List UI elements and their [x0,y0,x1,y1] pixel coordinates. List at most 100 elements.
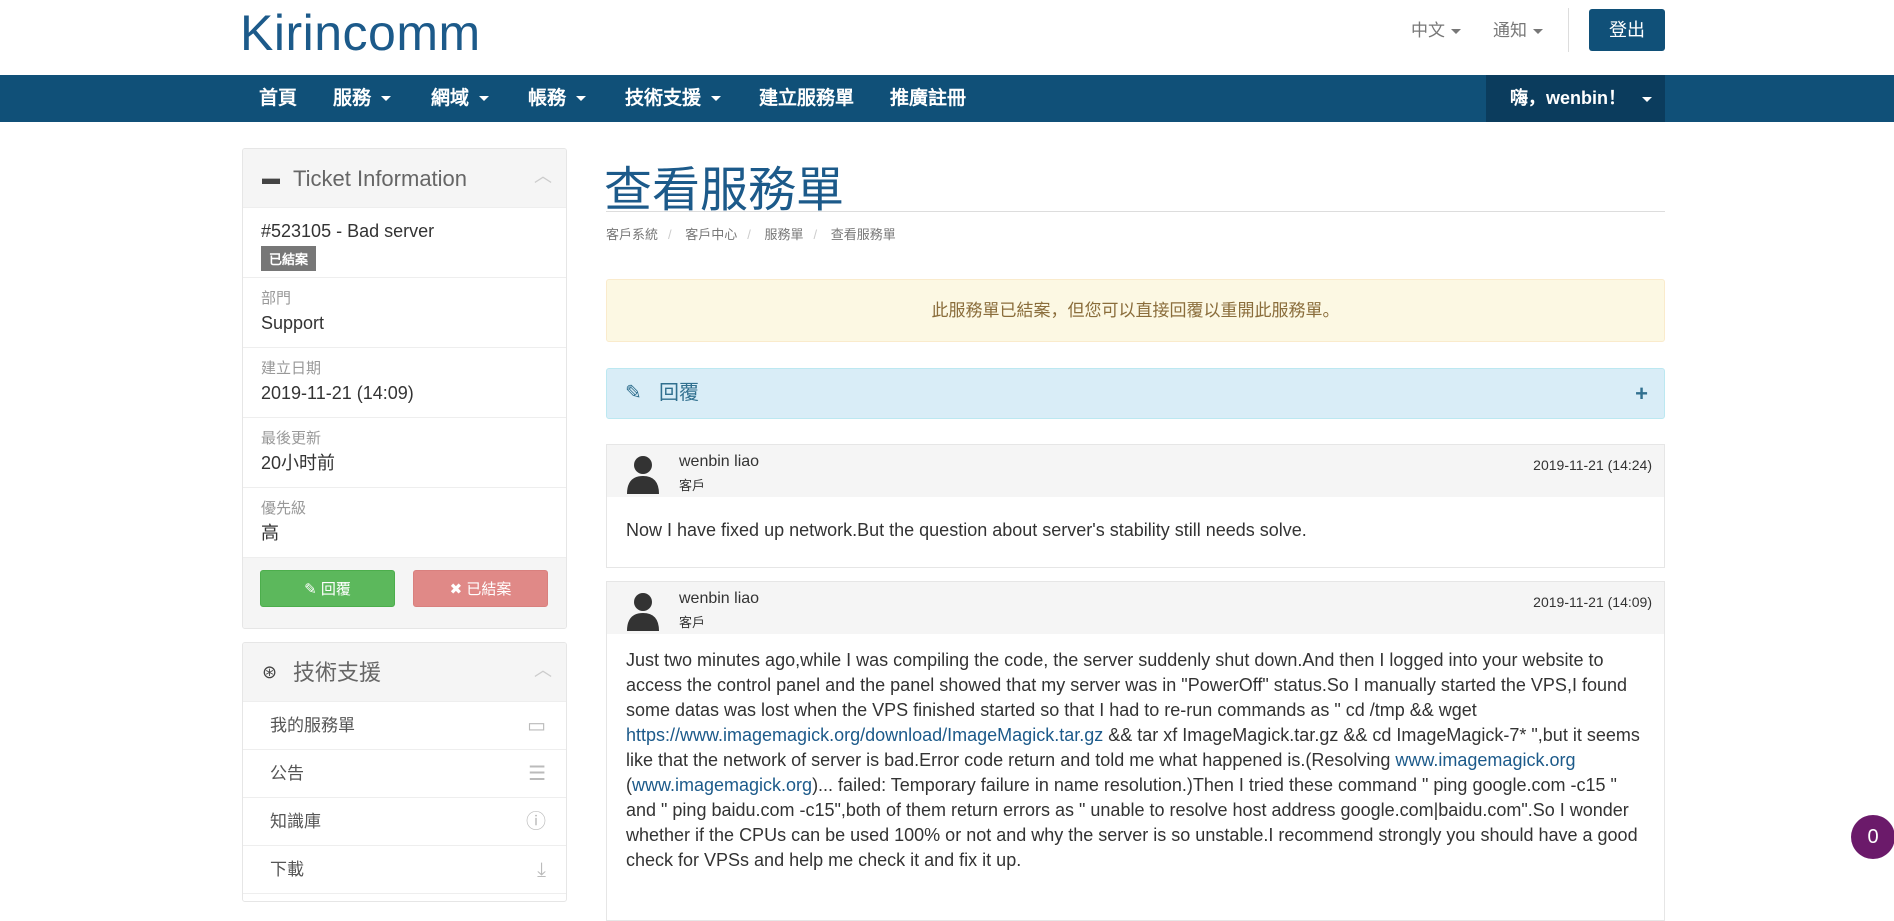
field-value: 2019-11-21 (14:09) [261,383,414,403]
pencil-icon: ✎ [304,581,321,598]
nav-label: 技術支援 [625,88,702,109]
ticket-info-panel: ▬ Ticket Information ︿ #523105 - Bad ser… [242,148,567,629]
nav-label: 服務 [333,88,372,109]
caret-down-icon [381,96,392,102]
message-header: wenbin liao 客戶 2019-11-21 (14:24) [607,445,1664,497]
nav-domains[interactable]: 網域 [431,75,490,122]
message-body: Just two minutes ago,while I was compili… [607,634,1664,887]
language-label: 中文 [1411,21,1445,40]
caret-down-icon [1642,96,1652,102]
caret-down-icon [1451,29,1461,35]
ticket-subject: #523105 - Bad server [261,221,435,241]
chevron-up-icon[interactable]: ︿ [534,643,552,700]
field-created: 建立日期 2019-11-21 (14:09) [243,348,566,418]
plus-icon[interactable]: + [1635,369,1648,418]
message-author: wenbin liao [679,590,760,607]
nav-label: 推廣註冊 [890,88,967,109]
chat-badge-button[interactable]: 0 [1851,815,1894,859]
message-link[interactable]: https://www.imagemagick.org/download/Ima… [626,725,1103,745]
nav-affiliates[interactable]: 推廣註冊 [890,75,966,122]
menu-label: 知識庫 [270,812,321,831]
message-body: Now I have fixed up network.But the ques… [626,520,1307,540]
nav-label: 首頁 [259,88,298,109]
divider [606,211,1665,212]
info-icon: ⓘ [526,811,546,833]
field-label: 最後更新 [261,430,322,447]
page-title: 查看服務單 [604,164,845,217]
caret-down-icon [479,96,490,102]
menu-knowledgebase[interactable]: 知識庫 ⓘ [243,798,566,846]
main-nav: 首頁 服務 網域 帳務 技術支援 建立服務單 推廣註冊 嗨，wenbin！ [0,75,1894,122]
user-avatar-icon [627,593,659,631]
field-label: 優先級 [261,500,307,517]
user-greeting: 嗨，wenbin！ [1510,88,1626,108]
support-panel: ⊛ 技術支援 ︿ 我的服務單 ▭ 公告 ☰ 知識庫 ⓘ 下載 ⤓ [242,642,567,902]
message-role: 客戶 [679,615,706,630]
message-header: wenbin liao 客戶 2019-11-21 (14:09) [607,582,1664,634]
nav-label: 網域 [431,88,470,109]
close-icon: ✖ [449,581,467,598]
message-author: wenbin liao [679,453,760,470]
closed-button-label: 已結案 [466,581,512,598]
menu-my-tickets[interactable]: 我的服務單 ▭ [243,702,566,750]
menu-label: 下載 [270,860,304,879]
breadcrumb-current: 查看服務單 [830,227,896,242]
reply-panel-toggle[interactable]: ✎ 回覆 + [606,368,1665,419]
breadcrumb-link[interactable]: 客戶系統 [606,227,658,242]
panel-footer: ✎ 回覆 ✖ 已結案 [243,558,566,628]
field-label: 部門 [261,290,292,307]
field-priority: 優先級高 [243,488,566,558]
field-updated: 最後更新 20小时前 [243,418,566,488]
ticket-subject-row: #523105 - Bad server 已結案 [243,208,566,278]
ticket-icon: ▬ [262,168,280,188]
message-link[interactable]: www.imagemagick.org [1395,750,1575,770]
divider [1568,8,1569,52]
nav-label: 建立服務單 [759,88,855,109]
panel-title: 技術支援 [293,660,382,685]
notifications-dropdown[interactable]: 通知 [1493,16,1543,41]
closed-alert: 此服務單已結案，但您可以直接回覆以重開此服務單。 [606,279,1665,342]
field-value: Support [261,313,325,333]
message-date: 2019-11-21 (14:24) [1533,457,1652,473]
reply-button[interactable]: ✎ 回覆 [260,570,395,607]
logo[interactable]: Kirincomm [240,4,481,62]
nav-open-ticket[interactable]: 建立服務單 [759,75,854,122]
ticket-message: wenbin liao 客戶 2019-11-21 (14:24) Now I … [606,444,1665,568]
breadcrumb-link[interactable]: 服務單 [765,227,804,242]
breadcrumb-link[interactable]: 客戶中心 [685,227,737,242]
notifications-label: 通知 [1493,21,1527,40]
panel-title: Ticket Information [293,166,468,191]
field-value: 20小时前 [261,453,336,473]
reply-button-label: 回覆 [320,581,351,598]
chevron-up-icon[interactable]: ︿ [534,149,552,206]
nav-services[interactable]: 服務 [333,75,392,122]
nav-home[interactable]: 首頁 [259,75,297,122]
menu-label: 我的服務單 [270,716,355,735]
lifebuoy-icon: ⊛ [262,662,278,682]
message-link[interactable]: www.imagemagick.org [632,775,812,795]
menu-announcements[interactable]: 公告 ☰ [243,750,566,798]
panel-header[interactable]: ⊛ 技術支援 ︿ [243,643,566,702]
caret-down-icon [576,96,587,102]
field-department: 部門 Support [243,278,566,348]
caret-down-icon [1533,29,1543,35]
nav-billing[interactable]: 帳務 [528,75,587,122]
message-role: 客戶 [679,478,706,493]
pencil-icon: ✎ [625,382,642,404]
nav-support[interactable]: 技術支援 [625,75,722,122]
top-header: Kirincomm 中文 通知 登出 [0,0,1894,75]
user-avatar-icon [627,456,659,494]
list-icon: ☰ [528,763,546,785]
closed-button[interactable]: ✖ 已結案 [413,570,548,607]
user-menu[interactable]: 嗨，wenbin！ [1486,75,1665,122]
field-value: 高 [261,523,279,543]
caret-down-icon [711,96,722,102]
language-dropdown[interactable]: 中文 [1411,16,1461,41]
logout-button[interactable]: 登出 [1589,9,1665,51]
panel-header[interactable]: ▬ Ticket Information ︿ [243,149,566,208]
message-date: 2019-11-21 (14:09) [1533,594,1652,610]
status-badge: 已結案 [261,246,317,271]
ticket-message: wenbin liao 客戶 2019-11-21 (14:09) Just t… [606,581,1665,921]
menu-label: 公告 [270,764,304,783]
field-label: 建立日期 [261,360,322,377]
